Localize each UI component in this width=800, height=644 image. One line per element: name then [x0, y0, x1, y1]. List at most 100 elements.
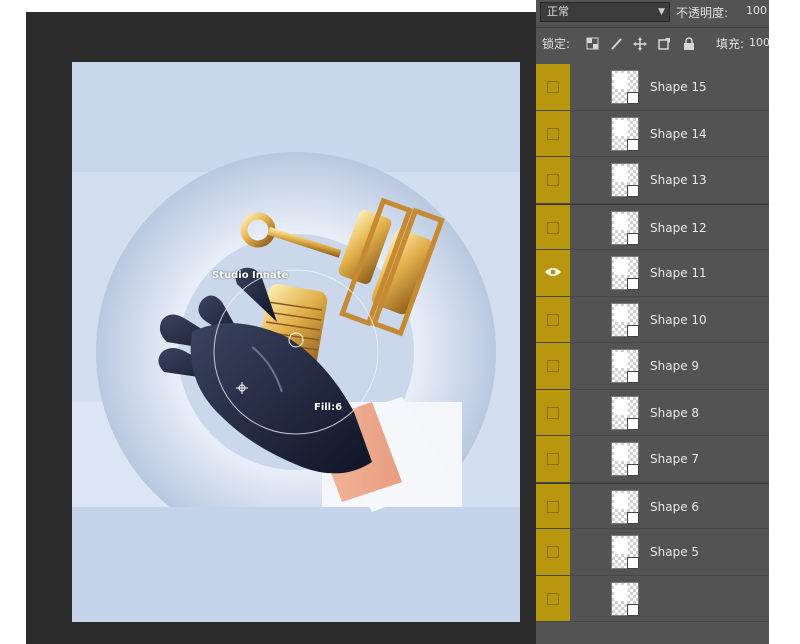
cursor-label-top: Studio Innate — [212, 270, 289, 281]
visibility-toggle[interactable] — [536, 110, 570, 156]
shape-preview — [614, 352, 628, 368]
lock-artboard-icon[interactable] — [657, 36, 671, 50]
vector-mask-icon — [627, 417, 639, 430]
layer-name[interactable]: Shape 15 — [650, 80, 707, 94]
shape-preview — [614, 398, 628, 415]
layer-row[interactable]: Shape 5 — [536, 529, 769, 576]
visibility-off-box — [547, 174, 559, 186]
visibility-off-box — [547, 546, 559, 558]
visibility-off-box — [547, 221, 559, 234]
canvas-area[interactable]: Studio Innate Fill:6 — [26, 12, 536, 644]
layer-name[interactable]: Shape 11 — [650, 266, 707, 280]
layer-thumbnail — [611, 442, 639, 476]
layer-thumbnail — [611, 395, 639, 430]
layer-thumbnail — [611, 302, 639, 337]
vector-mask-icon — [627, 511, 639, 524]
layer-row[interactable]: Shape 7 — [536, 436, 769, 483]
layer-thumbnail — [611, 116, 639, 151]
lock-all-icon[interactable] — [682, 36, 696, 50]
visibility-toggle[interactable] — [536, 529, 570, 575]
visibility-toggle[interactable] — [536, 436, 570, 482]
shape-preview — [614, 492, 628, 509]
vector-mask-icon — [627, 603, 639, 616]
layer-name[interactable]: Shape 7 — [650, 452, 699, 466]
layer-row[interactable]: Shape 14 — [536, 110, 769, 157]
visibility-toggle[interactable] — [536, 64, 570, 110]
lock-label: 锁定: — [542, 37, 571, 51]
visibility-toggle[interactable] — [536, 157, 570, 203]
layer-row[interactable]: Shape 15 — [536, 64, 769, 111]
shape-preview — [614, 213, 628, 230]
blend-mode-select[interactable]: 正常 ▼ — [540, 2, 670, 22]
visibility-off-box — [547, 360, 559, 372]
visibility-toggle[interactable] — [536, 575, 570, 621]
layer-name[interactable]: Shape 10 — [650, 313, 707, 327]
panel-topbar: 正常 ▼ 不透明度: 100 — [536, 0, 769, 28]
shape-preview — [614, 538, 628, 554]
layers-panel: 正常 ▼ 不透明度: 100 锁定: 填充: 100 Shape 15 Shape… — [536, 0, 769, 644]
layer-name[interactable]: Shape 14 — [650, 127, 707, 141]
lock-image-pixels-icon[interactable] — [610, 36, 624, 50]
layer-thumbnail — [611, 489, 639, 524]
shape-preview — [614, 119, 628, 136]
layer-row[interactable]: Shape 11 — [536, 250, 769, 297]
visibility-toggle[interactable] — [536, 343, 570, 389]
eye-icon — [545, 268, 561, 276]
layer-row[interactable]: Shape 6 — [536, 482, 769, 529]
visibility-toggle[interactable] — [536, 250, 570, 296]
shape-preview — [614, 259, 628, 275]
layers-list: Shape 15 Shape 14 Shape 13 Shape 12 Shape 11… — [536, 64, 769, 644]
layer-thumbnail — [611, 535, 639, 569]
visibility-toggle[interactable] — [536, 204, 570, 249]
cursor-label-bottom: Fill:6 — [314, 402, 343, 413]
vector-mask-icon — [627, 232, 639, 245]
layer-row[interactable] — [536, 575, 769, 622]
layer-name[interactable]: Shape 8 — [650, 406, 699, 420]
layer-name[interactable]: Shape 5 — [650, 545, 699, 559]
layer-thumbnail — [611, 349, 639, 383]
layer-thumbnail — [611, 70, 639, 104]
blend-mode-value: 正常 — [547, 5, 569, 18]
opacity-value[interactable]: 100 — [746, 4, 767, 17]
visibility-off-box — [547, 592, 559, 605]
right-margin — [769, 0, 800, 644]
shape-preview — [614, 445, 628, 461]
layer-row[interactable]: Shape 9 — [536, 343, 769, 390]
vector-mask-icon — [627, 324, 639, 337]
lock-bar: 锁定: 填充: 100 — [536, 30, 769, 56]
layer-thumbnail — [611, 210, 639, 245]
visibility-off-box — [547, 313, 559, 326]
layer-row[interactable]: Shape 10 — [536, 296, 769, 343]
visibility-off-box — [547, 406, 559, 419]
visibility-off-box — [547, 81, 559, 93]
vector-mask-icon — [627, 138, 639, 151]
vector-mask-icon — [627, 185, 639, 197]
lock-transparent-pixels-icon[interactable] — [586, 36, 600, 50]
layer-thumbnail — [611, 163, 639, 197]
layer-row[interactable]: Shape 13 — [536, 157, 769, 204]
visibility-toggle[interactable] — [536, 483, 570, 528]
shape-preview — [614, 166, 628, 182]
fill-value[interactable]: 100 — [749, 36, 769, 49]
visibility-off-box — [547, 453, 559, 465]
visibility-off-box — [547, 127, 559, 140]
shape-preview — [614, 73, 628, 89]
layer-thumbnail — [611, 256, 639, 290]
layer-row[interactable]: Shape 12 — [536, 203, 769, 250]
layer-row[interactable]: Shape 8 — [536, 389, 769, 436]
visibility-toggle[interactable] — [536, 389, 570, 435]
layer-name[interactable]: Shape 6 — [650, 500, 699, 514]
vector-mask-icon — [627, 92, 639, 104]
lock-position-icon[interactable] — [633, 36, 647, 51]
visibility-toggle[interactable] — [536, 296, 570, 342]
layer-name[interactable]: Shape 13 — [650, 173, 707, 187]
fill-label: 填充: — [716, 37, 745, 51]
layer-name[interactable]: Shape 9 — [650, 359, 699, 373]
artboard[interactable]: Studio Innate Fill:6 — [72, 62, 520, 622]
layer-name[interactable]: Shape 12 — [650, 221, 707, 235]
vector-mask-icon — [627, 464, 639, 476]
vector-mask-icon — [627, 371, 639, 383]
vector-mask-icon — [627, 557, 639, 569]
chevron-down-icon: ▼ — [658, 7, 665, 17]
layer-thumbnail — [611, 581, 639, 616]
